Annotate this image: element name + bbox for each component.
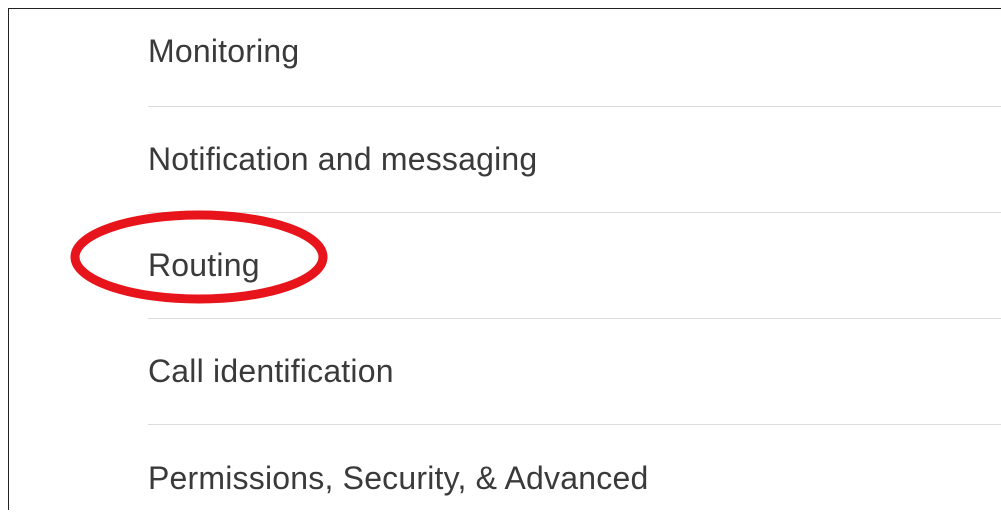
menu-item-permissions-security-advanced[interactable]: Permissions, Security, & Advanced — [148, 425, 1001, 531]
menu-item-label: Monitoring — [148, 33, 300, 69]
menu-item-label: Call identification — [148, 353, 394, 389]
settings-menu: Monitoring Notification and messaging Ro… — [148, 9, 1001, 531]
menu-item-label: Routing — [148, 247, 260, 283]
menu-item-routing[interactable]: Routing — [148, 213, 1001, 319]
menu-item-label: Permissions, Security, & Advanced — [148, 459, 649, 496]
menu-item-label: Notification and messaging — [148, 141, 538, 177]
menu-item-monitoring[interactable]: Monitoring — [148, 9, 1001, 107]
menu-item-notification-and-messaging[interactable]: Notification and messaging — [148, 107, 1001, 213]
menu-item-call-identification[interactable]: Call identification — [148, 319, 1001, 425]
settings-panel: Monitoring Notification and messaging Ro… — [8, 8, 1001, 510]
